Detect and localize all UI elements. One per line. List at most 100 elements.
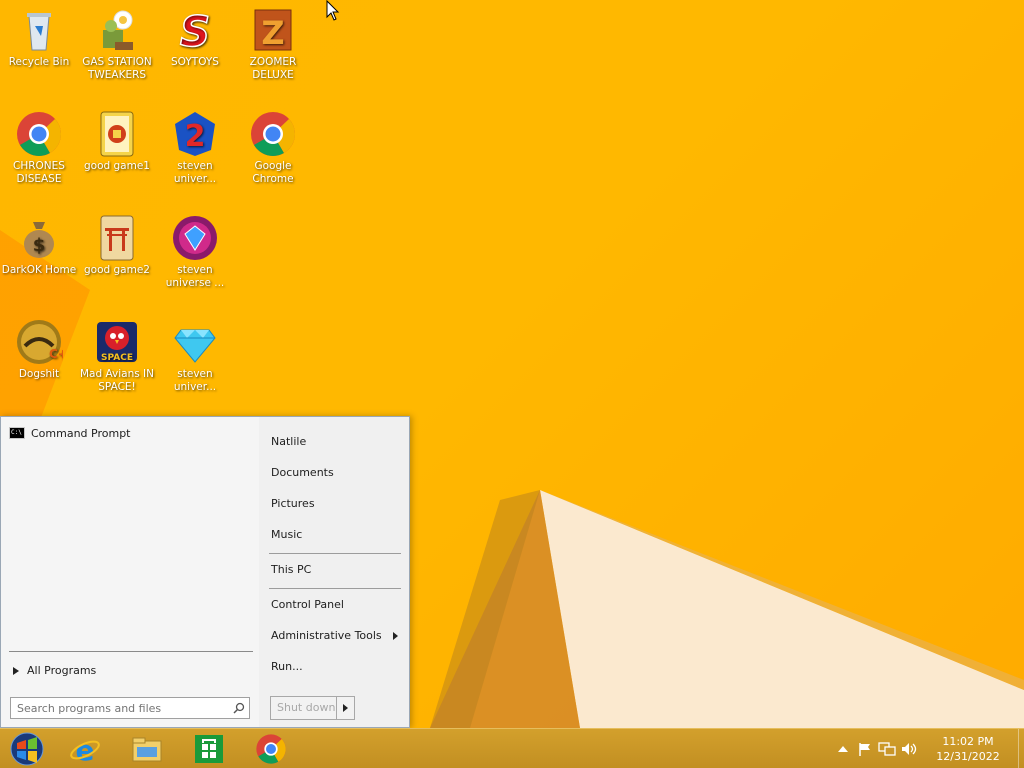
shutdown-options-button[interactable] (336, 697, 354, 719)
divider (269, 588, 401, 589)
desktop-icon-soytoys[interactable]: S SOYTOYS (156, 6, 234, 69)
place-documents[interactable]: Documents (271, 463, 401, 483)
svg-text:2: 2 (185, 119, 206, 154)
desktop-icon-label: steven univer... (173, 368, 217, 393)
program-label: Command Prompt (31, 426, 131, 440)
clock[interactable]: 11:02 PM 12/31/2022 (922, 734, 1014, 764)
number-two-gem-icon: 2 (171, 110, 219, 158)
desktop-icon-good-game1[interactable]: good game1 (78, 110, 156, 173)
diamond-icon (171, 318, 219, 366)
svg-text:Z: Z (261, 14, 284, 52)
search-box[interactable] (10, 697, 250, 719)
all-programs-label: All Programs (27, 664, 97, 677)
angry-bird-space-icon: SPACE (93, 318, 141, 366)
start-orb-icon (10, 732, 44, 766)
desktop-icon-recycle-bin[interactable]: Recycle Bin (0, 6, 78, 69)
desktop-icon-label: good game2 (84, 264, 150, 276)
taskbar-file-explorer[interactable] (120, 731, 174, 767)
cpp-gold-icon: C++ (15, 318, 63, 366)
place-music[interactable]: Music (271, 525, 401, 545)
svg-text:$: $ (33, 235, 46, 256)
chevron-up-icon (838, 746, 848, 752)
network-icon (878, 742, 896, 756)
shutdown-button-group: Shut down (270, 696, 355, 720)
shutdown-button[interactable]: Shut down (271, 697, 336, 719)
place-run[interactable]: Run... (271, 657, 401, 677)
triangle-right-icon (13, 666, 19, 675)
taskbar-internet-explorer[interactable]: e (58, 731, 112, 767)
chrome-icon (249, 110, 297, 158)
svg-text:e: e (76, 734, 95, 765)
desktop-icon-mad-avians[interactable]: SPACE Mad Avians IN SPACE! (78, 318, 156, 394)
desktop-icon-google-chrome[interactable]: Google Chrome (234, 110, 312, 186)
clock-time: 11:02 PM (942, 735, 994, 748)
triangle-right-icon (343, 704, 348, 712)
desktop-icon-label: ZOOMER DELUXE (249, 56, 297, 81)
network-button[interactable] (876, 729, 898, 768)
desktop-icon-chrones-disease[interactable]: CHRONES DISEASE (0, 110, 78, 186)
red-s-icon: S (171, 6, 219, 54)
show-desktop-button[interactable] (1018, 729, 1024, 768)
show-hidden-icons-button[interactable] (832, 729, 854, 768)
taskbar-store[interactable] (182, 731, 236, 767)
desktop-icon-label: Mad Avians IN SPACE! (79, 368, 155, 393)
place-pictures[interactable]: Pictures (271, 494, 401, 514)
chrome-icon (15, 110, 63, 158)
desktop-icon-zoomer-deluxe[interactable]: Z ZOOMER DELUXE (234, 6, 312, 82)
desktop-icon-label: SOYTOYS (171, 56, 219, 68)
desktop-icon-dogshit[interactable]: C++ Dogshit (0, 318, 78, 381)
place-control-panel[interactable]: Control Panel (271, 595, 401, 615)
desktop-icon-label: Dogshit (18, 368, 60, 380)
desktop-icon-steven-universe-1[interactable]: 2 steven univer... (156, 110, 234, 186)
speaker-icon (902, 743, 917, 755)
program-command-prompt[interactable]: C:\ Command Prompt (7, 423, 247, 443)
file-explorer-icon (132, 737, 162, 762)
taskbar: e 11:02 PM 12/31/2022 (0, 728, 1024, 768)
recycle-bin-icon (15, 6, 63, 54)
place-label: Administrative Tools (271, 629, 382, 642)
system-tray: 11:02 PM 12/31/2022 (832, 729, 1024, 768)
desktop-icon-label: Recycle Bin (8, 56, 70, 68)
programs-pane: C:\ Command Prompt All Programs (1, 417, 259, 727)
start-button[interactable] (0, 731, 54, 767)
place-this-pc[interactable]: This PC (271, 560, 401, 580)
mouse-cursor-icon (326, 0, 340, 21)
svg-text:S: S (180, 7, 210, 54)
desktop-icon-steven-universe-3[interactable]: steven univer... (156, 318, 234, 394)
desktop-icon-good-game2[interactable]: good game2 (78, 214, 156, 277)
action-center-button[interactable] (854, 729, 876, 768)
desktop-icon-label: CHRONES DISEASE (13, 160, 65, 185)
zuma-icon: Z (249, 6, 297, 54)
places-pane: Natlile Documents Pictures Music This PC… (259, 417, 409, 727)
place-administrative-tools[interactable]: Administrative Tools (271, 626, 401, 646)
place-user-folder[interactable]: Natlile (271, 432, 401, 452)
svg-text:SPACE: SPACE (101, 353, 133, 363)
search-icon[interactable] (229, 698, 249, 718)
desktop-icon-label: steven univer... (173, 160, 217, 185)
submenu-arrow-icon (393, 632, 398, 640)
desktop-icon-gas-station-tweakers[interactable]: GAS STATION TWEAKERS (78, 6, 156, 82)
desktop-icon-label: DarkOK Home (1, 264, 77, 276)
desktop-icon-steven-universe-2[interactable]: steven universe ... (156, 214, 234, 290)
taskbar-chrome[interactable] (244, 731, 298, 767)
desktop-icon-label: good game1 (84, 160, 150, 172)
chrome-icon (256, 734, 286, 764)
volume-button[interactable] (898, 729, 920, 768)
flag-icon (859, 743, 870, 756)
start-menu: C:\ Command Prompt All Programs Natlile … (0, 416, 410, 728)
command-prompt-icon: C:\ (9, 427, 25, 439)
desktop-icon-label: GAS STATION TWEAKERS (82, 56, 152, 81)
divider (9, 651, 253, 652)
torii-tile-icon (93, 214, 141, 262)
all-programs-button[interactable]: All Programs (13, 664, 96, 677)
desktop-icon-darkok-home[interactable]: $ DarkOK Home (0, 214, 78, 277)
svg-text:C++: C++ (49, 347, 63, 361)
store-icon (195, 735, 223, 763)
search-input[interactable] (11, 698, 229, 718)
plant-zombie-icon (93, 6, 141, 54)
desktop-icon-label: Google Chrome (252, 160, 294, 185)
divider (269, 553, 401, 554)
gem-ring-icon (171, 214, 219, 262)
internet-explorer-icon: e (70, 734, 100, 765)
mahjong-tile-icon (93, 110, 141, 158)
